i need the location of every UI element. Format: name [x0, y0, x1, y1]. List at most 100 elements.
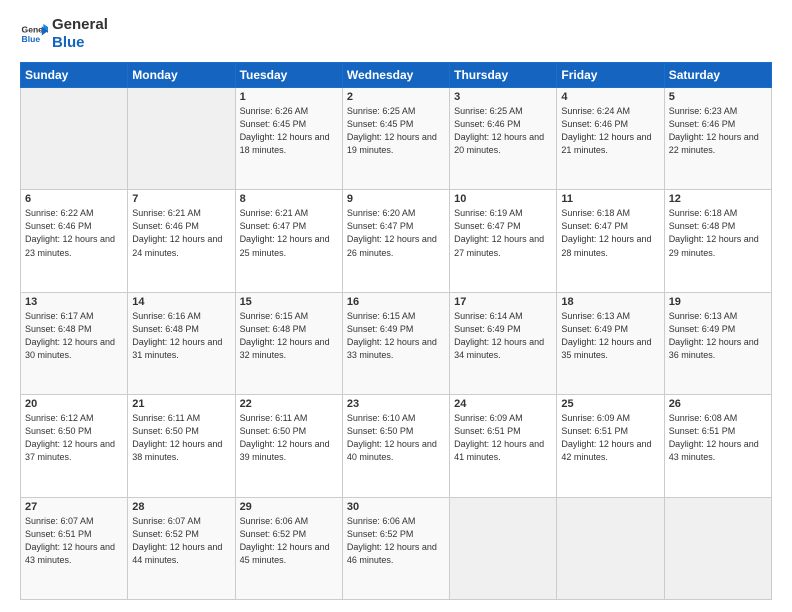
- day-info: Sunrise: 6:14 AM Sunset: 6:49 PM Dayligh…: [454, 310, 552, 362]
- calendar-cell: 7 Sunrise: 6:21 AM Sunset: 6:46 PM Daylig…: [128, 190, 235, 292]
- day-number: 29: [240, 501, 338, 513]
- day-info: Sunrise: 6:11 AM Sunset: 6:50 PM Dayligh…: [240, 412, 338, 464]
- day-info: Sunrise: 6:17 AM Sunset: 6:48 PM Dayligh…: [25, 310, 123, 362]
- calendar-cell: 28 Sunrise: 6:07 AM Sunset: 6:52 PM Dayli…: [128, 497, 235, 599]
- calendar-cell: 23 Sunrise: 6:10 AM Sunset: 6:50 PM Dayli…: [342, 395, 449, 497]
- day-info: Sunrise: 6:25 AM Sunset: 6:45 PM Dayligh…: [347, 105, 445, 157]
- day-info: Sunrise: 6:18 AM Sunset: 6:47 PM Dayligh…: [561, 207, 659, 259]
- day-info: Sunrise: 6:16 AM Sunset: 6:48 PM Dayligh…: [132, 310, 230, 362]
- calendar-cell: [557, 497, 664, 599]
- logo-general: General: [52, 16, 108, 34]
- day-info: Sunrise: 6:18 AM Sunset: 6:48 PM Dayligh…: [669, 207, 767, 259]
- calendar-cell: 5 Sunrise: 6:23 AM Sunset: 6:46 PM Daylig…: [664, 88, 771, 190]
- calendar-cell: [21, 88, 128, 190]
- calendar-cell: 12 Sunrise: 6:18 AM Sunset: 6:48 PM Dayli…: [664, 190, 771, 292]
- day-number: 26: [669, 398, 767, 410]
- day-number: 5: [669, 91, 767, 103]
- calendar-cell: 17 Sunrise: 6:14 AM Sunset: 6:49 PM Dayli…: [450, 292, 557, 394]
- day-info: Sunrise: 6:06 AM Sunset: 6:52 PM Dayligh…: [347, 515, 445, 567]
- day-info: Sunrise: 6:09 AM Sunset: 6:51 PM Dayligh…: [561, 412, 659, 464]
- day-info: Sunrise: 6:26 AM Sunset: 6:45 PM Dayligh…: [240, 105, 338, 157]
- calendar-cell: [128, 88, 235, 190]
- calendar-cell: 21 Sunrise: 6:11 AM Sunset: 6:50 PM Dayli…: [128, 395, 235, 497]
- calendar-cell: 6 Sunrise: 6:22 AM Sunset: 6:46 PM Daylig…: [21, 190, 128, 292]
- day-number: 3: [454, 91, 552, 103]
- day-number: 6: [25, 193, 123, 205]
- day-info: Sunrise: 6:21 AM Sunset: 6:46 PM Dayligh…: [132, 207, 230, 259]
- calendar-cell: 20 Sunrise: 6:12 AM Sunset: 6:50 PM Dayli…: [21, 395, 128, 497]
- calendar-cell: 24 Sunrise: 6:09 AM Sunset: 6:51 PM Dayli…: [450, 395, 557, 497]
- day-info: Sunrise: 6:13 AM Sunset: 6:49 PM Dayligh…: [561, 310, 659, 362]
- day-info: Sunrise: 6:25 AM Sunset: 6:46 PM Dayligh…: [454, 105, 552, 157]
- day-number: 11: [561, 193, 659, 205]
- calendar-cell: 29 Sunrise: 6:06 AM Sunset: 6:52 PM Dayli…: [235, 497, 342, 599]
- day-number: 18: [561, 296, 659, 308]
- day-number: 13: [25, 296, 123, 308]
- day-number: 30: [347, 501, 445, 513]
- day-number: 1: [240, 91, 338, 103]
- day-info: Sunrise: 6:22 AM Sunset: 6:46 PM Dayligh…: [25, 207, 123, 259]
- calendar-cell: 13 Sunrise: 6:17 AM Sunset: 6:48 PM Dayli…: [21, 292, 128, 394]
- col-header-wednesday: Wednesday: [342, 63, 449, 88]
- day-info: Sunrise: 6:07 AM Sunset: 6:52 PM Dayligh…: [132, 515, 230, 567]
- calendar-cell: 11 Sunrise: 6:18 AM Sunset: 6:47 PM Dayli…: [557, 190, 664, 292]
- day-info: Sunrise: 6:15 AM Sunset: 6:49 PM Dayligh…: [347, 310, 445, 362]
- page-header: General Blue General Blue: [20, 16, 772, 52]
- calendar-cell: 14 Sunrise: 6:16 AM Sunset: 6:48 PM Dayli…: [128, 292, 235, 394]
- day-number: 7: [132, 193, 230, 205]
- day-number: 20: [25, 398, 123, 410]
- day-number: 23: [347, 398, 445, 410]
- day-number: 28: [132, 501, 230, 513]
- day-number: 25: [561, 398, 659, 410]
- day-number: 14: [132, 296, 230, 308]
- day-info: Sunrise: 6:19 AM Sunset: 6:47 PM Dayligh…: [454, 207, 552, 259]
- col-header-sunday: Sunday: [21, 63, 128, 88]
- calendar-cell: 19Sunrise: 6:13 AM Sunset: 6:49 PM Dayli…: [664, 292, 771, 394]
- logo-blue: Blue: [52, 34, 108, 52]
- calendar-cell: 22 Sunrise: 6:11 AM Sunset: 6:50 PM Dayli…: [235, 395, 342, 497]
- day-number: 17: [454, 296, 552, 308]
- day-info: Sunrise: 6:11 AM Sunset: 6:50 PM Dayligh…: [132, 412, 230, 464]
- day-number: 8: [240, 193, 338, 205]
- calendar-cell: 27 Sunrise: 6:07 AM Sunset: 6:51 PM Dayli…: [21, 497, 128, 599]
- calendar-cell: 26 Sunrise: 6:08 AM Sunset: 6:51 PM Dayli…: [664, 395, 771, 497]
- day-info: Sunrise: 6:21 AM Sunset: 6:47 PM Dayligh…: [240, 207, 338, 259]
- day-info: Sunrise: 6:06 AM Sunset: 6:52 PM Dayligh…: [240, 515, 338, 567]
- col-header-tuesday: Tuesday: [235, 63, 342, 88]
- calendar-cell: 2 Sunrise: 6:25 AM Sunset: 6:45 PM Daylig…: [342, 88, 449, 190]
- calendar-cell: 16 Sunrise: 6:15 AM Sunset: 6:49 PM Dayli…: [342, 292, 449, 394]
- day-info: Sunrise: 6:12 AM Sunset: 6:50 PM Dayligh…: [25, 412, 123, 464]
- logo-icon: General Blue: [20, 20, 48, 48]
- calendar-cell: 25 Sunrise: 6:09 AM Sunset: 6:51 PM Dayli…: [557, 395, 664, 497]
- day-number: 4: [561, 91, 659, 103]
- day-info: Sunrise: 6:24 AM Sunset: 6:46 PM Dayligh…: [561, 105, 659, 157]
- day-number: 24: [454, 398, 552, 410]
- day-info: Sunrise: 6:10 AM Sunset: 6:50 PM Dayligh…: [347, 412, 445, 464]
- calendar-cell: 15 Sunrise: 6:15 AM Sunset: 6:48 PM Dayli…: [235, 292, 342, 394]
- calendar-cell: 30 Sunrise: 6:06 AM Sunset: 6:52 PM Dayli…: [342, 497, 449, 599]
- day-info: Sunrise: 6:20 AM Sunset: 6:47 PM Dayligh…: [347, 207, 445, 259]
- svg-text:Blue: Blue: [22, 34, 41, 44]
- day-number: 27: [25, 501, 123, 513]
- calendar-table: SundayMondayTuesdayWednesdayThursdayFrid…: [20, 62, 772, 600]
- day-info: Sunrise: 6:13 AM Sunset: 6:49 PM Dayligh…: [669, 310, 767, 362]
- day-info: Sunrise: 6:15 AM Sunset: 6:48 PM Dayligh…: [240, 310, 338, 362]
- day-number: 12: [669, 193, 767, 205]
- day-number: 15: [240, 296, 338, 308]
- col-header-saturday: Saturday: [664, 63, 771, 88]
- col-header-thursday: Thursday: [450, 63, 557, 88]
- day-number: 22: [240, 398, 338, 410]
- day-number: 10: [454, 193, 552, 205]
- col-header-monday: Monday: [128, 63, 235, 88]
- day-info: Sunrise: 6:23 AM Sunset: 6:46 PM Dayligh…: [669, 105, 767, 157]
- calendar-cell: [450, 497, 557, 599]
- day-number: 16: [347, 296, 445, 308]
- day-info: Sunrise: 6:08 AM Sunset: 6:51 PM Dayligh…: [669, 412, 767, 464]
- day-info: Sunrise: 6:09 AM Sunset: 6:51 PM Dayligh…: [454, 412, 552, 464]
- day-number: 21: [132, 398, 230, 410]
- day-info: Sunrise: 6:07 AM Sunset: 6:51 PM Dayligh…: [25, 515, 123, 567]
- day-number: 9: [347, 193, 445, 205]
- day-number: 2: [347, 91, 445, 103]
- logo: General Blue General Blue: [20, 16, 108, 52]
- col-header-friday: Friday: [557, 63, 664, 88]
